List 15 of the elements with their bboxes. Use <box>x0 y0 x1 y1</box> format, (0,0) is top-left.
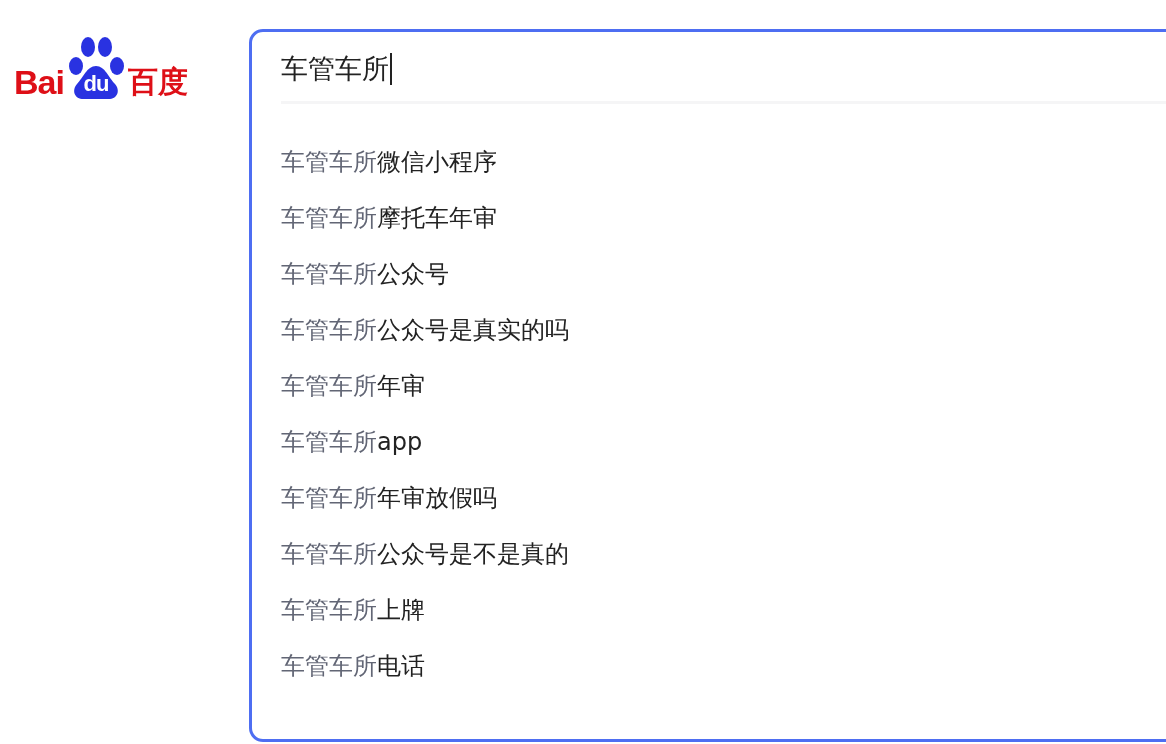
logo-text: Bai <box>14 64 64 100</box>
suggestion-item[interactable]: 车管车所上牌 <box>281 582 1166 638</box>
suggestion-item[interactable]: 车管车所年审 <box>281 358 1166 414</box>
suggestion-item[interactable]: 车管车所摩托车年审 <box>281 190 1166 246</box>
suggestion-item[interactable]: 车管车所微信小程序 <box>281 134 1166 190</box>
suggestion-item[interactable]: 车管车所公众号是真实的吗 <box>281 302 1166 358</box>
suggestion-item[interactable]: 车管车所电话 <box>281 638 1166 694</box>
suggestion-item[interactable]: 车管车所公众号是不是真的 <box>281 526 1166 582</box>
logo-text: du <box>82 73 110 95</box>
text-cursor <box>390 52 392 85</box>
search-field[interactable]: 车管车所 <box>281 32 1166 104</box>
suggestion-item[interactable]: 车管车所年审放假吗 <box>281 470 1166 526</box>
logo-text: 百度 <box>127 64 188 100</box>
suggestion-item[interactable]: 车管车所app <box>281 414 1166 470</box>
suggestion-item[interactable]: 车管车所公众号 <box>281 246 1166 302</box>
